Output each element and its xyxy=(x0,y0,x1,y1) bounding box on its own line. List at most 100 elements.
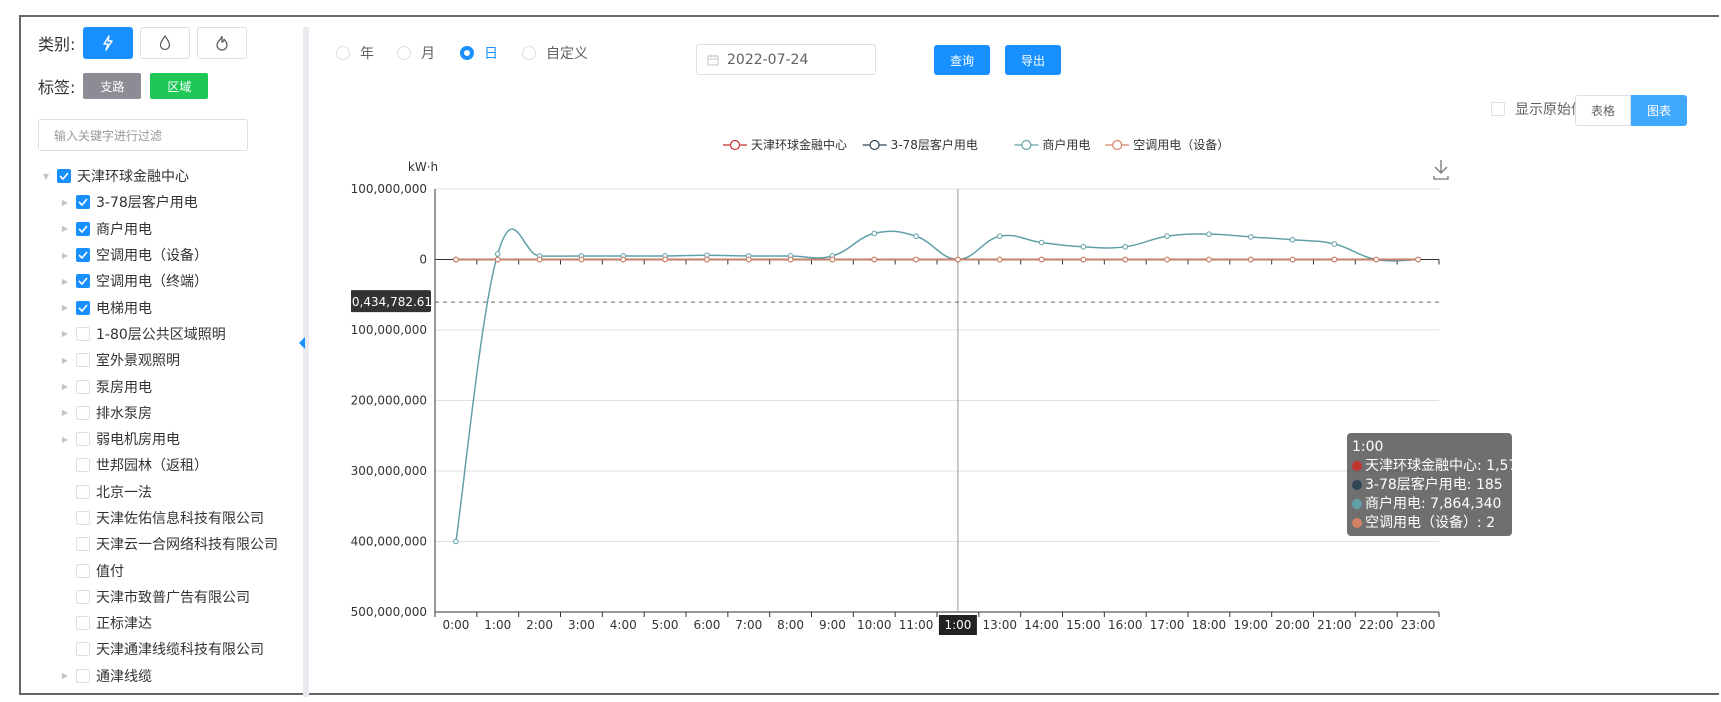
checkbox-icon[interactable] xyxy=(76,590,90,604)
tree-node-label: 天津通津线缆科技有限公司 xyxy=(96,639,264,659)
data-point xyxy=(1290,257,1295,262)
checkbox-icon[interactable] xyxy=(76,353,90,367)
tree-filter-input[interactable]: 输入关键字进行过滤 xyxy=(38,119,248,151)
x-tick-label: 23:00 xyxy=(1401,618,1436,632)
checkbox-icon[interactable] xyxy=(76,380,90,394)
data-point xyxy=(746,257,751,262)
date-picker-input[interactable]: 2022-07-24 xyxy=(696,44,876,75)
view-chart-button[interactable]: 图表 xyxy=(1631,95,1687,126)
view-table-button[interactable]: 表格 xyxy=(1575,95,1631,126)
data-point xyxy=(914,257,919,262)
caret-right-icon[interactable]: ▶ xyxy=(60,435,70,444)
legend-symbol-marker xyxy=(1113,141,1122,150)
period-radio-year[interactable]: 年 xyxy=(336,43,374,63)
tree-node[interactable]: ▶泵房用电 xyxy=(41,373,303,399)
checkbox-icon[interactable] xyxy=(76,616,90,630)
caret-right-icon[interactable]: ▶ xyxy=(60,382,70,391)
radio-label: 自定义 xyxy=(546,43,588,63)
tree-node[interactable]: 天津通津线缆科技有限公司 xyxy=(41,636,303,662)
tree-node[interactable]: ▶空调用电（设备） xyxy=(41,242,303,268)
checkbox-checked-icon[interactable] xyxy=(76,301,90,315)
checkbox-checked-icon[interactable] xyxy=(76,195,90,209)
tree-node-label: 正标津达 xyxy=(96,613,152,633)
collapse-arrow-icon[interactable] xyxy=(299,337,305,349)
caret-right-icon[interactable]: ▶ xyxy=(60,671,70,680)
tree-node[interactable]: 值付 xyxy=(41,557,303,583)
tree-node[interactable]: 北京一法 xyxy=(41,479,303,505)
tree-node[interactable]: ▶排水泵房 xyxy=(41,400,303,426)
period-radio-day[interactable]: 日 xyxy=(460,43,498,63)
water-category-button[interactable] xyxy=(140,27,190,59)
checkbox-checked-icon[interactable] xyxy=(76,274,90,288)
checkbox-icon[interactable] xyxy=(76,485,90,499)
tree-node[interactable]: ▶3-78层客户用电 xyxy=(41,189,303,215)
checkbox-icon[interactable] xyxy=(76,458,90,472)
caret-right-icon[interactable]: ▶ xyxy=(60,356,70,365)
radio-selected-icon xyxy=(460,46,474,60)
caret-right-icon[interactable]: ▶ xyxy=(60,251,70,260)
checkbox-icon[interactable] xyxy=(76,669,90,683)
tree-node[interactable]: 世邦园林（返租） xyxy=(41,452,303,478)
data-point xyxy=(454,539,459,544)
tree-node-label: 通津线缆 xyxy=(96,666,152,686)
tree-node[interactable]: 天津市致普广告有限公司 xyxy=(41,584,303,610)
checkbox-checked-icon[interactable] xyxy=(76,222,90,236)
caret-right-icon[interactable]: ▶ xyxy=(60,224,70,233)
tree-node[interactable]: 天津佐佑信息科技有限公司 xyxy=(41,505,303,531)
gas-category-button[interactable] xyxy=(197,27,247,59)
checkbox-checked-icon[interactable] xyxy=(57,169,71,183)
x-tick-label: 22:00 xyxy=(1359,618,1394,632)
tooltip-swatch xyxy=(1352,461,1362,471)
tree-node[interactable]: ▶弱电机房用电 xyxy=(41,426,303,452)
caret-right-icon[interactable]: ▶ xyxy=(60,329,70,338)
download-icon[interactable] xyxy=(1434,160,1448,179)
export-button[interactable]: 导出 xyxy=(1005,45,1061,75)
panel-splitter[interactable] xyxy=(303,27,309,697)
query-button[interactable]: 查询 xyxy=(934,45,990,75)
period-radio-custom[interactable]: 自定义 xyxy=(522,43,588,63)
data-point xyxy=(663,257,668,262)
show-raw-toggle[interactable]: 显示原始值 xyxy=(1491,99,1585,119)
caret-right-icon[interactable]: ▶ xyxy=(60,277,70,286)
caret-right-icon[interactable]: ▶ xyxy=(60,303,70,312)
checkbox-icon[interactable] xyxy=(76,327,90,341)
caret-right-icon[interactable]: ▶ xyxy=(60,198,70,207)
data-point xyxy=(997,234,1002,239)
y-tick-label: -300,000,000 xyxy=(351,464,427,478)
checkbox-icon[interactable] xyxy=(76,432,90,446)
checkbox-icon[interactable] xyxy=(76,537,90,551)
checkbox-checked-icon[interactable] xyxy=(76,248,90,262)
checkbox-icon[interactable] xyxy=(76,511,90,525)
tree-node-label: 值付 xyxy=(96,561,124,581)
tree-node[interactable]: ▶ 室外景观照明 xyxy=(41,347,303,373)
tag-branch-button[interactable]: 支路 xyxy=(83,73,141,99)
tree-node[interactable]: ▶ 通津线缆 xyxy=(41,663,303,689)
tree-node[interactable]: ▶1-80层公共区域照明 xyxy=(41,321,303,347)
x-tick-label: 18:00 xyxy=(1192,618,1227,632)
data-point xyxy=(537,257,542,262)
data-point xyxy=(1123,245,1128,250)
app-frame: 类别: 标签: 支路 区域 输入关键字进行过滤 ▼天津 xyxy=(19,15,1719,695)
y-tick-label: -400,000,000 xyxy=(351,535,427,549)
tree-node[interactable]: ▼天津环球金融中心 xyxy=(41,163,303,189)
x-tick-label: 1:00 xyxy=(484,618,511,632)
tag-area-button[interactable]: 区域 xyxy=(150,73,208,99)
checkbox-icon[interactable] xyxy=(76,642,90,656)
caret-right-icon[interactable]: ▶ xyxy=(60,408,70,417)
tree-node[interactable]: 正标津达 xyxy=(41,610,303,636)
period-radio-month[interactable]: 月 xyxy=(397,43,435,63)
data-point xyxy=(1123,257,1128,262)
caret-down-icon[interactable]: ▼ xyxy=(41,172,51,181)
checkbox-icon[interactable] xyxy=(76,564,90,578)
category-row: 类别: xyxy=(38,27,247,59)
checkbox-icon[interactable] xyxy=(76,406,90,420)
x-tick-label: 14:00 xyxy=(1024,618,1059,632)
tree-node[interactable]: ▶电梯用电 xyxy=(41,294,303,320)
electricity-category-button[interactable] xyxy=(83,27,133,59)
tree-node[interactable]: ▶空调用电（终端） xyxy=(41,268,303,294)
left-panel: 类别: 标签: 支路 区域 输入关键字进行过滤 ▼天津 xyxy=(21,17,303,693)
tree-node-label: 商户用电 xyxy=(96,219,152,239)
tree-node-label: 室外景观照明 xyxy=(96,350,180,370)
tree-node[interactable]: 天津云一合网络科技有限公司 xyxy=(41,531,303,557)
tree-node[interactable]: ▶ 商户用电 xyxy=(41,216,303,242)
